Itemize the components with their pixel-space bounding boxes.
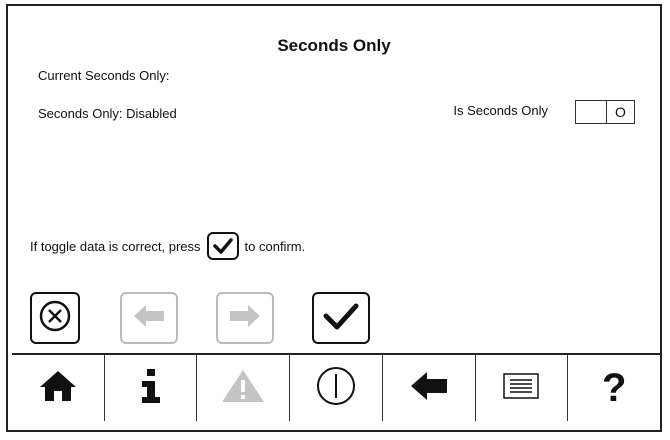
menu-button[interactable] [476, 355, 569, 421]
toggle-label: Is Seconds Only [453, 103, 548, 118]
cancel-button[interactable] [30, 292, 80, 344]
help-icon: ? [601, 365, 627, 410]
confirm-text-after: to confirm. [244, 238, 306, 254]
previous-button[interactable] [120, 292, 178, 344]
check-icon [206, 232, 239, 260]
toggle-on-segment[interactable]: O [607, 101, 634, 123]
cancel-icon [38, 299, 72, 338]
next-button[interactable] [216, 292, 274, 344]
seconds-only-state: Seconds Only: Disabled [38, 106, 177, 121]
warning-button[interactable] [197, 355, 291, 421]
help-button[interactable]: ? [568, 355, 660, 421]
arrow-back-icon [409, 370, 449, 407]
toggle-off-segment[interactable] [576, 101, 607, 123]
footer-nav: ? [12, 353, 660, 421]
current-seconds-label: Current Seconds Only: [38, 68, 170, 83]
confirm-text-before: If toggle data is correct, press [30, 238, 201, 254]
seconds-only-toggle[interactable]: O [575, 100, 635, 124]
confirm-button[interactable] [312, 292, 370, 344]
info-button[interactable] [105, 355, 198, 421]
power-button[interactable] [290, 355, 383, 421]
list-icon [503, 372, 540, 404]
power-icon [314, 364, 358, 413]
warning-icon [220, 368, 266, 409]
check-icon [321, 301, 361, 336]
home-button[interactable] [12, 355, 105, 421]
back-button[interactable] [383, 355, 476, 421]
arrow-left-icon [132, 303, 166, 334]
confirm-instruction: If toggle data is correct, press to conf… [30, 232, 305, 260]
home-icon [38, 369, 78, 408]
info-icon [136, 368, 166, 409]
page-title: Seconds Only [277, 36, 391, 55]
arrow-right-icon [228, 303, 262, 334]
